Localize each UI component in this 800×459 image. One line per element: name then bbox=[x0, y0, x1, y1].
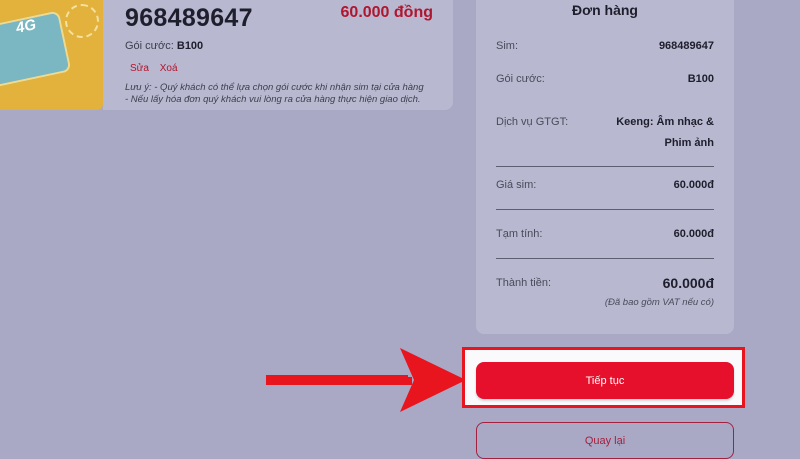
note-line-1: Lưu ý: - Quý khách có thể lựa chọn gói c… bbox=[125, 82, 424, 93]
item-actions: Sửa Xoá bbox=[130, 63, 186, 74]
sim-label: Sim: bbox=[496, 40, 518, 52]
vas-value-line-1: Keeng: Âm nhạc & bbox=[616, 116, 714, 128]
phone-number: 968489647 bbox=[125, 4, 253, 32]
vas-label: Dịch vụ GTGT: bbox=[496, 116, 569, 128]
item-price: 60.000 đồng bbox=[340, 4, 433, 21]
sim-card-graphic bbox=[0, 10, 72, 88]
continue-button[interactable]: Tiếp tục bbox=[476, 362, 734, 399]
sim-product-image: 4G bbox=[0, 0, 103, 110]
subtotal-value: 60.000đ bbox=[673, 228, 714, 240]
decorative-burst bbox=[65, 4, 99, 38]
note-line-2: - Nếu lấy hóa đơn quý khách vui lòng ra … bbox=[125, 94, 421, 105]
vat-note: (Đã bao gồm VAT nếu có) bbox=[604, 297, 714, 308]
sim-price-label: Giá sim: bbox=[496, 179, 537, 191]
edit-link[interactable]: Sửa bbox=[130, 63, 149, 74]
item-note: Lưu ý: - Quý khách có thể lựa chọn gói c… bbox=[125, 82, 445, 106]
order-summary-panel: Đơn hàng Sim: 968489647 Gói cước: B100 D… bbox=[476, 0, 734, 334]
divider bbox=[496, 258, 714, 259]
sim-price-value: 60.000đ bbox=[673, 179, 714, 191]
plan-label: Gói cước: bbox=[125, 40, 174, 52]
plan-summary-label: Gói cước: bbox=[496, 73, 545, 85]
sim-value: 968489647 bbox=[658, 40, 714, 52]
vas-value-line-2: Phim ảnh bbox=[664, 137, 714, 149]
divider bbox=[496, 166, 714, 167]
cart-item-card: 968489647 60.000 đồng Gói cước: B100 Sửa… bbox=[103, 0, 453, 110]
arrow-right-icon bbox=[266, 348, 466, 412]
order-title: Đơn hàng bbox=[572, 2, 638, 18]
total-value: 60.000đ bbox=[662, 275, 714, 291]
total-label: Thành tiền: bbox=[496, 277, 552, 289]
divider bbox=[496, 209, 714, 210]
plan-value: B100 bbox=[176, 40, 204, 52]
delete-link[interactable]: Xoá bbox=[160, 63, 178, 74]
subtotal-label: Tạm tính: bbox=[496, 228, 543, 240]
plan-summary-value: B100 bbox=[687, 73, 714, 85]
back-button[interactable]: Quay lại bbox=[476, 422, 734, 459]
plan-line: Gói cước: B100 bbox=[125, 40, 203, 52]
